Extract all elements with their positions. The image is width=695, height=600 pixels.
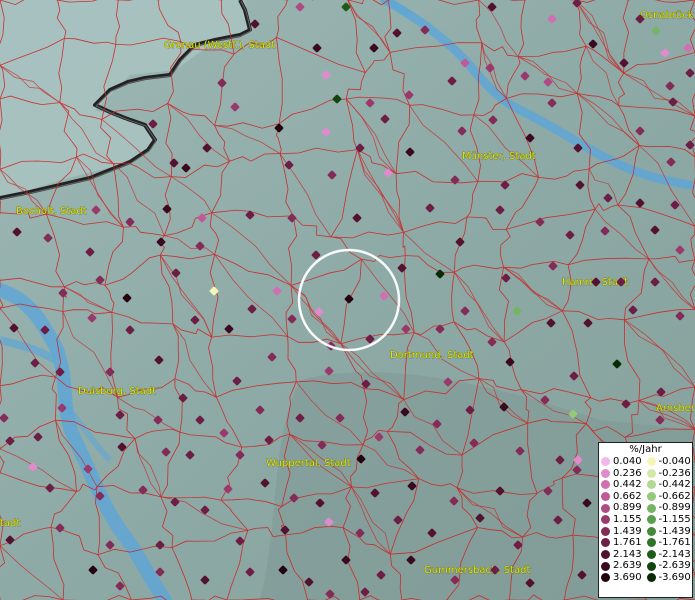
legend-value: -2.143 <box>658 548 691 560</box>
legend-swatch <box>646 492 656 502</box>
legend-negative-column: -0.040 -0.236 -0.442 -0.662 -0.899 -1.155 -1.4… <box>646 456 693 584</box>
label-edge-city: tadt <box>0 518 20 529</box>
legend-value: -0.662 <box>658 490 691 502</box>
label-wuppertal: Wuppertal, Stadt <box>266 458 351 469</box>
legend-entry: -0.899 <box>646 502 693 514</box>
legend-entry: 2.639 <box>601 560 647 572</box>
legend-entry: 0.899 <box>601 502 647 514</box>
label-dortmund: Dortmund, Stadt <box>390 350 474 361</box>
label-gummersbach: Gummersbach, Stadt <box>424 565 530 576</box>
label-duisburg: Duisburg, Stadt <box>78 386 156 397</box>
legend-swatch <box>601 526 610 536</box>
label-osnabrueck: Osnabrück <box>640 10 694 21</box>
legend-swatch <box>601 468 610 478</box>
legend-title: %/Jahr <box>629 444 662 455</box>
legend-swatch <box>646 457 656 467</box>
legend-swatch <box>646 480 656 490</box>
legend-value: 1.155 <box>613 513 642 525</box>
legend-value: -3.690 <box>658 571 691 583</box>
legend-entry: -0.040 <box>646 456 693 468</box>
legend-entry: 3.690 <box>601 572 647 584</box>
legend-entry: -2.639 <box>646 560 693 572</box>
label-gronau: Gronau (Westf.), Stadt <box>164 40 275 51</box>
legend-value: 3.690 <box>613 571 642 583</box>
legend-entry: 1.155 <box>601 514 647 526</box>
legend-entry: 1.439 <box>601 526 647 538</box>
map-canvas[interactable]: Gronau (Westf.), Stadt Münster, Stadt Os… <box>0 0 695 600</box>
label-arnsberg: Arnsberg <box>656 403 695 414</box>
legend-positive-column: 0.040 0.236 0.442 0.662 0.899 1.155 1.439 1.761… <box>601 456 647 584</box>
legend-value: 0.899 <box>613 502 642 514</box>
legend-entry: -1.439 <box>646 525 693 538</box>
legend-swatch <box>646 526 656 536</box>
legend-swatch <box>646 538 656 548</box>
legend-value: -0.899 <box>658 502 691 514</box>
legend-value: 1.761 <box>613 537 642 549</box>
legend-swatch <box>646 573 656 583</box>
legend-entry: -1.155 <box>646 513 693 526</box>
legend-value: -1.439 <box>658 525 691 537</box>
legend-entry: 0.236 <box>601 468 647 480</box>
legend-entry: -3.690 <box>646 571 693 584</box>
legend-swatch <box>601 573 610 583</box>
legend: %/Jahr 0.040 0.236 0.442 0.662 0.899 1.155 1.4… <box>598 442 693 598</box>
legend-swatch <box>646 503 656 513</box>
legend-entry: 2.143 <box>601 549 647 561</box>
label-bocholt: Bocholt, Stadt <box>16 206 87 217</box>
legend-entry: 0.662 <box>601 491 647 503</box>
legend-value: -2.639 <box>658 560 691 572</box>
legend-value: -1.761 <box>658 537 691 549</box>
legend-entry: 0.040 <box>601 456 647 468</box>
legend-entry: -1.761 <box>646 537 693 549</box>
label-muenster: Münster, Stadt <box>462 151 536 162</box>
legend-swatch <box>601 480 610 490</box>
legend-swatch <box>646 550 656 560</box>
legend-entry: -0.236 <box>646 467 693 480</box>
legend-value: 2.143 <box>613 548 642 560</box>
legend-value: 1.439 <box>613 525 642 537</box>
legend-value: -0.236 <box>658 467 691 479</box>
legend-swatch <box>601 538 610 548</box>
legend-swatch <box>601 457 610 467</box>
legend-swatch <box>601 503 610 513</box>
legend-value: -0.442 <box>658 479 691 491</box>
legend-swatch <box>646 468 656 478</box>
legend-entry: -0.442 <box>646 479 693 491</box>
legend-entry: 0.442 <box>601 479 647 491</box>
legend-value: 0.442 <box>613 479 642 491</box>
legend-entry: -0.662 <box>646 490 693 503</box>
legend-value: 0.236 <box>613 467 642 479</box>
legend-swatch <box>601 561 610 571</box>
legend-swatch <box>601 515 610 525</box>
legend-entry: -2.143 <box>646 548 693 561</box>
legend-value: -1.155 <box>658 513 691 525</box>
legend-swatch <box>646 515 656 525</box>
legend-swatch <box>601 492 610 502</box>
legend-value: 2.639 <box>613 560 642 572</box>
legend-swatch <box>601 550 610 560</box>
legend-value: -0.040 <box>658 456 691 467</box>
legend-swatch <box>646 561 656 571</box>
legend-entry: 1.761 <box>601 537 647 549</box>
legend-value: 0.662 <box>613 490 642 502</box>
legend-value: 0.040 <box>613 456 642 467</box>
